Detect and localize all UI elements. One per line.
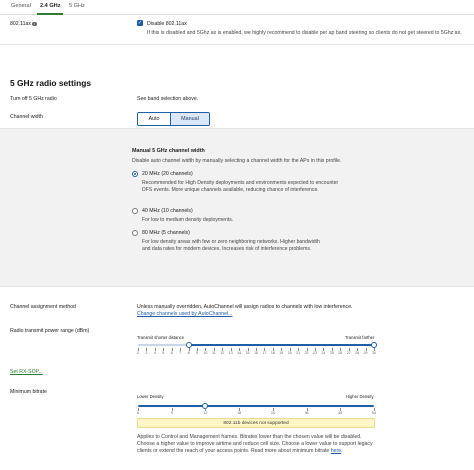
tx-power-label: Radio transmit power range (dBm) [10, 328, 90, 334]
divider [0, 44, 474, 45]
tx-power-tick-label: 4 [153, 351, 156, 355]
tx-power-tick-label: 25 [329, 351, 334, 355]
tx-power-tick-label: 16 [254, 351, 258, 355]
tx-power-tick-label: 2 [137, 351, 139, 355]
tx-power-tick-label: 7 [179, 351, 182, 355]
tx-power-tick-label: 23 [313, 351, 317, 355]
radio-80mhz-label: 80 MHz (5 channels) [142, 230, 190, 236]
info-icon[interactable]: i [31, 21, 37, 27]
min-bitrate-right-caption: Higher Density [346, 394, 374, 399]
tx-power-tick-label: 30 [372, 351, 376, 355]
tx-power-tick-label: 20 [287, 351, 292, 355]
channel-width-auto-button[interactable]: Auto [138, 113, 171, 125]
disable-80211ax-label: Disable 802.11ax [147, 21, 187, 27]
min-bitrate-help-link[interactable]: here [331, 448, 341, 454]
active-tab-indicator [37, 13, 63, 15]
min-bitrate-tick-label: 18 [237, 411, 242, 415]
radio-20mhz[interactable] [132, 171, 138, 177]
disable-80211ax-checkbox[interactable]: ✓ [137, 20, 143, 26]
tx-power-tick-label: 29 [363, 351, 368, 355]
tx-power-tick-label: 22 [304, 351, 309, 355]
channel-assignment-label: Channel assignment method [10, 304, 77, 310]
turn-off-radio-value: See band selection above. [137, 96, 199, 102]
tx-power-tick-label: 19 [279, 351, 284, 355]
channel-width-label: Channel width [10, 114, 43, 120]
band-tabs: General 2.4 GHz 5 GHz [0, 0, 474, 15]
radio-40mhz[interactable] [132, 208, 138, 214]
min-bitrate-warning: 802.11b devices not supported [137, 418, 375, 428]
tx-power-tick-label: 6 [170, 351, 173, 355]
tx-power-right-caption: Transmit farther [345, 335, 375, 340]
min-bitrate-tick-label: 9 [170, 411, 173, 415]
tab-general[interactable]: General [11, 3, 31, 11]
tx-power-left-caption: Transmit shorter distance [137, 335, 185, 340]
change-channels-link[interactable]: Change channels used by AutoChannel... [137, 311, 232, 318]
tx-power-tick-label: 12 [220, 351, 225, 355]
channel-width-manual-button[interactable]: Manual [171, 113, 209, 125]
label-80211ax-text: 802.11ax [10, 21, 31, 27]
manual-panel-title: Manual 5 GHz channel width [132, 148, 205, 154]
tab-2-4ghz[interactable]: 2.4 GHz [40, 3, 61, 11]
tx-power-tick-label: 11 [211, 351, 216, 355]
turn-off-radio-label: Turn off 5 GHz radio [10, 96, 57, 102]
tx-power-tick-label: 9 [196, 351, 198, 355]
channel-width-toggle: Auto Manual [137, 112, 210, 126]
tx-power-tick-label: 3 [145, 351, 148, 355]
tx-power-tick-label: 28 [355, 351, 360, 355]
min-bitrate-track [138, 405, 374, 407]
tx-power-range-fill [188, 344, 374, 346]
min-bitrate-tick-label: 36 [304, 411, 309, 415]
tx-power-tick-label: 21 [296, 351, 301, 355]
disable-80211ax-note: If this is disabled and 5Ghz ax is enabl… [147, 30, 462, 36]
min-bitrate-tick-label: 12 [203, 411, 208, 415]
tx-power-tick-label: 18 [270, 351, 275, 355]
radio-80mhz[interactable] [132, 230, 138, 236]
set-rx-sop-link[interactable]: Set RX-SOP... [10, 369, 43, 376]
radio-20mhz-description: Recommended for High Density deployments… [142, 180, 339, 194]
tx-power-tick-label: 26 [338, 351, 343, 355]
min-bitrate-tick-label: 54 [372, 411, 376, 415]
tx-power-tick-label: 15 [245, 351, 250, 355]
min-bitrate-ticks: 6 9 12 18 24 36 48 54 [137, 408, 376, 415]
tx-power-tick-label: 10 [203, 351, 208, 355]
min-bitrate-tick-label: 6 [137, 411, 139, 415]
min-bitrate-help: Applies to Control and Management frames… [137, 434, 373, 454]
tx-power-tick-label: 24 [321, 351, 326, 355]
manual-panel-subtitle: Disable auto channel width by manually s… [132, 158, 342, 164]
radio-40mhz-label: 40 MHz (10 channels) [142, 208, 193, 214]
tx-power-tick-label: 8 [187, 351, 190, 355]
min-bitrate-tick-label: 48 [338, 411, 343, 415]
tx-power-tick-label: 17 [262, 351, 267, 355]
tx-power-tick-label: 13 [228, 351, 233, 355]
min-bitrate-label: Minimum bitrate [10, 389, 47, 395]
min-bitrate-tick-label: 24 [270, 411, 275, 415]
tx-power-tick-label: 27 [346, 351, 351, 355]
tx-power-tick-label: 5 [162, 351, 165, 355]
channel-assignment-text: Unless manually overridden, AutoChannel … [137, 304, 353, 310]
min-bitrate-left-caption: Lower Density [137, 394, 164, 399]
radio-40mhz-description: For low to medium density deployments. [142, 217, 234, 223]
radio-80mhz-description: For low density areas with few or zero n… [142, 239, 320, 253]
tx-power-ticks: 2 3 4 5 6 7 8 9 10 11 12 13 14 15 16 17 18 19 20 21 22 23 24 25… [137, 348, 376, 355]
manual-channel-width-panel [0, 128, 474, 287]
radio-20mhz-label: 20 MHz (20 channels) [142, 171, 193, 177]
tx-power-tick-label: 14 [237, 351, 242, 355]
section-title: 5 GHz radio settings [10, 78, 91, 88]
row-label-80211ax: 802.11ax i [10, 21, 37, 28]
tab-5ghz[interactable]: 5 GHz [69, 3, 85, 11]
